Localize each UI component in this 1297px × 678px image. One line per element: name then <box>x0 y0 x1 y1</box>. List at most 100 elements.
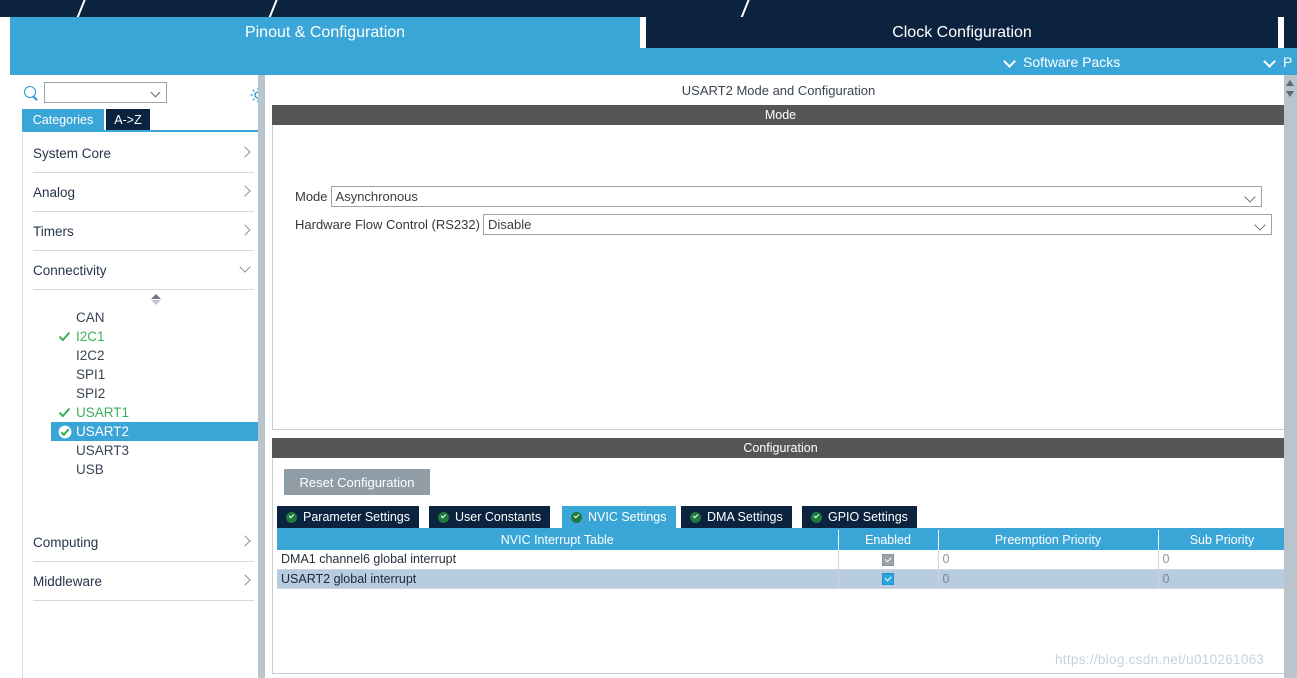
tab-clock-configuration-label: Clock Configuration <box>892 23 1032 41</box>
stm32cubemx-window: Pinout & Configuration Clock Configurati… <box>0 0 1297 678</box>
check-circle-icon <box>286 511 297 523</box>
group-analog-label: Analog <box>33 184 76 200</box>
chevron-right-icon <box>241 226 250 235</box>
vertical-scrollbar[interactable] <box>1284 75 1297 678</box>
tab-dma-settings-label: DMA Settings <box>707 510 783 524</box>
peripheral-spi2-label: SPI2 <box>76 386 106 401</box>
column-header-enabled[interactable]: Enabled <box>838 530 939 550</box>
table-row[interactable]: USART2 global interrupt 0 0 <box>277 569 1287 589</box>
mode-select[interactable]: Asynchronous <box>330 186 1262 207</box>
enabled-checkbox[interactable] <box>882 573 894 586</box>
chevron-down-icon <box>1005 56 1016 67</box>
group-computing[interactable]: Computing <box>33 523 254 562</box>
tab-clock-configuration[interactable]: Clock Configuration <box>646 17 1278 48</box>
scroll-down-arrow-icon[interactable] <box>1286 91 1294 97</box>
peripheral-i2c1[interactable]: I2C1 <box>23 327 264 346</box>
table-row[interactable]: DMA1 channel6 global interrupt 0 0 <box>277 550 1287 570</box>
nvic-interrupt-table: NVIC Interrupt Table Enabled Preemption … <box>277 530 1287 589</box>
tab-pinout-configuration-label: Pinout & Configuration <box>244 23 406 41</box>
peripheral-spi1[interactable]: SPI1 <box>23 365 264 384</box>
pinout-menu[interactable]: P <box>1265 48 1292 75</box>
configuration-panel: USART2 Mode and Configuration Mode Mode … <box>268 75 1289 678</box>
peripheral-i2c1-label: I2C1 <box>76 329 105 344</box>
field-mode: Mode Asynchronous <box>295 185 1262 208</box>
table-header-row: NVIC Interrupt Table Enabled Preemption … <box>277 530 1287 550</box>
group-connectivity[interactable]: Connectivity <box>33 251 254 290</box>
peripheral-spi1-label: SPI1 <box>76 367 106 382</box>
reset-configuration-button[interactable]: Reset Configuration <box>284 469 430 495</box>
tab-a-to-z[interactable]: A->Z <box>106 109 150 130</box>
chevron-right-icon <box>241 187 250 196</box>
hardware-flow-control-select[interactable]: Disable <box>482 214 1272 235</box>
check-circle-icon <box>811 511 822 523</box>
sort-descending-icon <box>151 300 161 305</box>
group-middleware[interactable]: Middleware <box>33 562 254 601</box>
group-timers[interactable]: Timers <box>33 212 254 251</box>
peripheral-usart3[interactable]: USART3 <box>23 441 264 460</box>
peripheral-usb-label: USB <box>76 462 104 477</box>
cell-sub-priority[interactable]: 0 <box>1158 550 1287 570</box>
categories-panel: Categories A->Z System Core Analog Timer… <box>10 75 266 678</box>
tab-overflow-sliver[interactable] <box>1284 17 1297 48</box>
cell-preemption-priority[interactable]: 0 <box>938 569 1159 589</box>
chevron-right-icon <box>241 148 250 157</box>
peripheral-can[interactable]: CAN <box>23 308 264 327</box>
mode-section-header: Mode <box>272 105 1289 125</box>
panel-splitter[interactable] <box>258 75 265 678</box>
check-circle-icon <box>690 511 701 523</box>
cell-sub-priority[interactable]: 0 <box>1158 569 1287 589</box>
peripheral-tree: System Core Analog Timers Connectivity C… <box>22 134 265 678</box>
peripheral-i2c2-label: I2C2 <box>76 348 105 363</box>
field-hardware-flow-control-label: Hardware Flow Control (RS232) <box>295 217 480 232</box>
chevron-down-icon <box>241 265 250 274</box>
chevron-down-icon <box>1246 193 1255 202</box>
peripheral-usart2[interactable]: USART2 <box>51 422 264 441</box>
cell-preemption-priority[interactable]: 0 <box>938 550 1159 570</box>
mode-section-body: Mode Asynchronous Hardware Flow Control … <box>272 125 1289 430</box>
search-row <box>10 80 266 110</box>
column-header-preemption-priority[interactable]: Preemption Priority <box>938 530 1159 550</box>
tab-user-constants[interactable]: User Constants <box>429 506 551 528</box>
group-system-core[interactable]: System Core <box>33 134 254 173</box>
peripheral-usart1[interactable]: USART1 <box>23 403 264 422</box>
software-packs-menu[interactable]: Software Packs <box>1005 48 1120 75</box>
scroll-up-arrow-icon[interactable] <box>1286 80 1294 86</box>
tab-dma-settings[interactable]: DMA Settings <box>681 506 792 528</box>
group-analog[interactable]: Analog <box>33 173 254 212</box>
window-top-strip <box>0 0 1297 17</box>
group-middleware-label: Middleware <box>33 573 103 589</box>
peripheral-can-label: CAN <box>76 310 105 325</box>
sort-ascending-icon <box>151 294 161 299</box>
chevron-down-icon[interactable] <box>152 89 161 98</box>
cell-enabled[interactable] <box>838 550 939 570</box>
watermark: https://blog.csdn.net/u010261063 <box>1055 652 1265 667</box>
enabled-checkbox[interactable] <box>882 553 894 566</box>
check-icon <box>58 406 71 419</box>
tab-pinout-configuration[interactable]: Pinout & Configuration <box>10 17 640 48</box>
check-circle-icon <box>58 425 72 439</box>
column-header-nvic-interrupt-table[interactable]: NVIC Interrupt Table <box>277 530 839 550</box>
peripheral-usb[interactable]: USB <box>23 460 264 479</box>
tab-gpio-settings[interactable]: GPIO Settings <box>802 506 917 528</box>
search-combo[interactable] <box>44 82 167 103</box>
tab-categories-label: Categories <box>32 112 94 127</box>
chevron-down-icon <box>1256 221 1265 230</box>
tab-categories[interactable]: Categories <box>22 109 104 130</box>
sort-toggle[interactable] <box>23 290 264 308</box>
secondary-toolbar: Software Packs P <box>10 48 1297 75</box>
category-view-tabs: Categories A->Z <box>22 109 265 130</box>
tab-gpio-settings-label: GPIO Settings <box>828 510 908 524</box>
column-header-sub-priority[interactable]: Sub Priority <box>1158 530 1287 550</box>
tab-parameter-settings[interactable]: Parameter Settings <box>277 506 419 528</box>
peripheral-spi2[interactable]: SPI2 <box>23 384 264 403</box>
peripheral-i2c2[interactable]: I2C2 <box>23 346 264 365</box>
chevron-right-icon <box>241 576 250 585</box>
check-circle-icon <box>438 511 449 523</box>
chevron-right-icon <box>241 537 250 546</box>
tab-nvic-settings[interactable]: NVIC Settings <box>562 506 676 528</box>
cell-enabled[interactable] <box>838 569 939 589</box>
group-timers-label: Timers <box>33 223 74 239</box>
mode-select-value: Asynchronous <box>335 189 418 204</box>
category-tabs-underline <box>22 130 265 132</box>
search-input[interactable] <box>48 85 152 102</box>
